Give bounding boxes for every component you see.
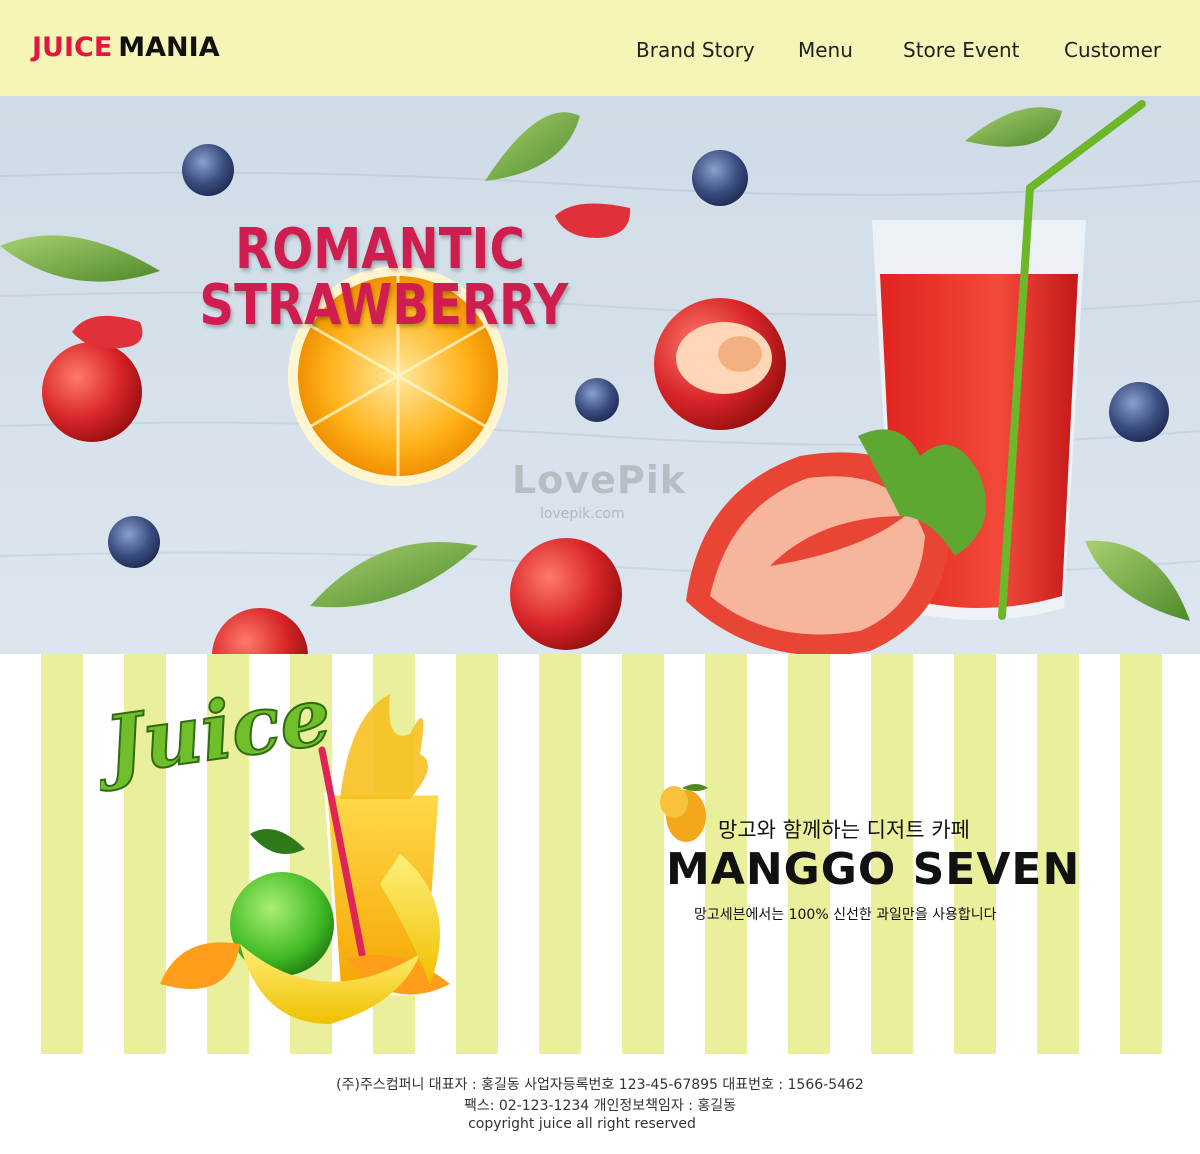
promo-section: Juice 망고와 함께하는 디저트 카페 MANGGO SEVEN 망고세븐에… <box>0 654 1200 1054</box>
footer-contact-info: 팩스: 02-123-1234 개인정보책임자 : 홍길동 <box>463 1098 737 1114</box>
promo-title: MANGGO SEVEN <box>666 844 1081 895</box>
hero-title-line2: STRAWBERRY <box>199 273 569 338</box>
footer-copyright: copyright juice all right reserved <box>468 1116 696 1132</box>
watermark-url: lovepik.com <box>540 506 625 522</box>
juice-logo-text: Juice <box>100 668 336 794</box>
juice-illustration: Juice <box>100 667 450 1024</box>
site-header: JUICE MANIA Brand Story Menu Store Event … <box>0 0 1200 96</box>
hero-title-line1: ROMANTIC <box>235 217 525 282</box>
nav-store-event[interactable]: Store Event <box>903 38 1020 62</box>
promo-description: 망고세븐에서는 100% 신선한 과일만을 사용합니다 <box>694 907 997 923</box>
main-nav: Brand Story Menu Store Event Customer <box>0 38 1200 68</box>
hero-title: ROMANTIC STRAWBERRY <box>170 222 590 334</box>
promo-subtitle: 망고와 함께하는 디저트 카페 <box>718 818 970 842</box>
footer-company-info: (주)주스컴퍼니 대표자 : 홍길동 사업자등록번호 123-45-67895 … <box>336 1077 864 1093</box>
mango-icon <box>660 784 708 842</box>
watermark-logo: LovePik <box>512 458 687 502</box>
nav-brand-story[interactable]: Brand Story <box>636 38 755 62</box>
nav-menu[interactable]: Menu <box>798 38 853 62</box>
site-footer: (주)주스컴퍼니 대표자 : 홍길동 사업자등록번호 123-45-67895 … <box>0 1054 1200 1154</box>
hero-illustration <box>0 96 1200 654</box>
hero-banner[interactable]: ROMANTIC STRAWBERRY LovePik lovepik.com <box>0 96 1200 654</box>
nav-customer[interactable]: Customer <box>1064 38 1161 62</box>
